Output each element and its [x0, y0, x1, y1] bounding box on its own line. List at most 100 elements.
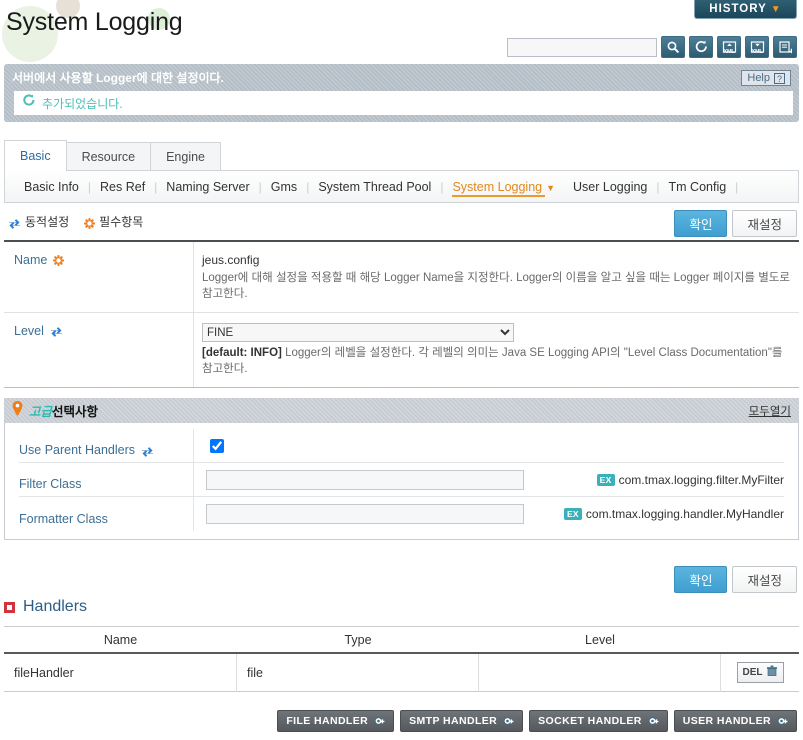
search-icon-button[interactable] — [661, 36, 685, 58]
add-smtp-handler-button[interactable]: SMTP HANDLER — [400, 710, 524, 732]
level-default-tag: [default: INFO] — [202, 347, 282, 359]
mid-action-buttons: 확인 재설정 — [674, 566, 797, 593]
confirm-button-mid[interactable]: 확인 — [674, 566, 728, 593]
advanced-label-text: Formatter Class — [19, 511, 108, 526]
add-socket-handler-button[interactable]: SOCKET HANDLER — [529, 710, 668, 732]
legend-required: 필수항목 — [84, 213, 143, 230]
column-header-type: Type — [344, 632, 372, 647]
form-label-name-text: Name — [14, 253, 48, 267]
handlers-section-title: Handlers — [4, 598, 87, 616]
active-underline — [452, 194, 546, 197]
page-header: System Logging HISTORY ▼ XML XML — [0, 0, 803, 62]
add-file-handler-button[interactable]: FILE HANDLER — [277, 710, 395, 732]
legend-dynamic: 동적설정 — [8, 213, 69, 230]
add-user-handler-label: USER HANDLER — [682, 715, 771, 727]
add-smtp-handler-label: SMTP HANDLER — [409, 715, 498, 727]
delete-handler-button[interactable]: DEL — [736, 662, 784, 683]
add-socket-handler-label: SOCKET HANDLER — [538, 715, 642, 727]
reload-icon — [694, 40, 709, 54]
xml-label: XML — [751, 49, 763, 55]
subnav-item-tm-config[interactable]: Tm Config — [660, 180, 736, 194]
subnav-item-naming-server[interactable]: Naming Server — [157, 180, 258, 194]
dynamic-setting-icon — [50, 326, 63, 338]
advanced-title-text: 선택사항 — [52, 405, 99, 419]
handler-add-buttons: FILE HANDLER SMTP HANDLER SOCKET HANDLER… — [277, 710, 797, 732]
advanced-row-formatter-class: Formatter Class EX com.tmax.logging.hand… — [19, 497, 784, 531]
tab-engine[interactable]: Engine — [150, 142, 222, 171]
use-parent-handlers-checkbox[interactable] — [210, 438, 224, 453]
level-select[interactable]: FINE — [202, 323, 514, 342]
example-badge: EX — [596, 473, 615, 486]
section-marker-icon — [4, 601, 15, 613]
subnav-item-basic-info[interactable]: Basic Info — [15, 180, 88, 194]
subnav-item-res-ref[interactable]: Res Ref — [91, 180, 154, 194]
subnav-separator: | — [735, 179, 739, 194]
form-row-level: Level FINE [default: INFO] Logger의 레벨을 설… — [4, 313, 799, 388]
status-message-text: 추가되었습니다. — [42, 96, 123, 111]
description-banner: 서버에서 사용할 Logger에 대한 설정이다. Help ? 추가되었습니다… — [4, 64, 799, 122]
example-text: com.tmax.logging.filter.MyFilter — [618, 472, 784, 487]
advanced-keyword: 고급 — [29, 405, 53, 419]
reload-icon-button[interactable] — [689, 36, 713, 58]
dynamic-setting-icon — [8, 218, 21, 230]
help-button[interactable]: Help ? — [741, 70, 791, 86]
top-toolbar: XML XML — [507, 36, 797, 58]
form-label-level-text: Level — [14, 324, 44, 338]
handler-name-cell: fileHandler — [4, 653, 237, 692]
question-mark-icon: ? — [774, 72, 785, 84]
top-action-buttons: 확인 재설정 — [674, 210, 797, 237]
history-tab-button[interactable]: HISTORY ▼ — [694, 0, 797, 19]
reset-button-top[interactable]: 재설정 — [732, 210, 797, 237]
logger-name-value: jeus.config — [202, 253, 260, 267]
level-hint: [default: INFO] Logger의 레벨을 설정한다. 각 레벨의 … — [202, 345, 793, 377]
search-input[interactable] — [507, 37, 657, 57]
subnav-item-system-thread-pool[interactable]: System Thread Pool — [309, 180, 440, 194]
legend-required-label: 필수항목 — [99, 215, 144, 229]
subnav-item-gms[interactable]: Gms — [262, 180, 306, 194]
reset-button-mid[interactable]: 재설정 — [732, 566, 797, 593]
formatter-class-input[interactable] — [206, 504, 524, 524]
add-file-handler-label: FILE HANDLER — [286, 715, 369, 727]
advanced-label-formatter-class: Formatter Class — [19, 497, 194, 531]
xml-export-icon-button[interactable]: XML — [745, 36, 769, 58]
xml-import-icon-button[interactable]: XML — [717, 36, 741, 58]
dynamic-setting-icon — [141, 446, 154, 458]
legend-dynamic-label: 동적설정 — [25, 215, 70, 229]
history-tab-label: HISTORY — [709, 3, 767, 15]
table-row[interactable]: fileHandler file DEL — [4, 653, 799, 692]
advanced-section-header: 고급선택사항 모두열기 — [4, 398, 799, 423]
legend-and-actions: 동적설정 필수항목 확인 재설정 — [4, 210, 799, 238]
advanced-section-title: 고급선택사항 — [29, 401, 98, 420]
confirm-button-top[interactable]: 확인 — [674, 210, 728, 237]
formatter-class-example: EX com.tmax.logging.handler.MyHandler — [563, 507, 784, 521]
logger-name-hint: Logger에 대해 설정을 적용할 때 해당 Logger Name을 지정한… — [202, 272, 790, 300]
tab-basic[interactable]: Basic — [4, 140, 67, 171]
subnav-active-label: System Logging — [452, 179, 543, 194]
add-plus-icon — [373, 715, 385, 727]
advanced-marker-icon — [12, 400, 23, 421]
handler-level-cell — [479, 653, 721, 692]
column-header-name: Name — [103, 632, 138, 647]
handler-actions-cell: DEL — [721, 662, 799, 683]
add-user-handler-button[interactable]: USER HANDLER — [673, 710, 797, 732]
legend: 동적설정 필수항목 — [8, 213, 153, 230]
add-plus-icon — [502, 715, 514, 727]
subnav-item-system-logging[interactable]: System Logging ▼ — [443, 179, 564, 197]
open-all-link[interactable]: 모두열기 — [749, 403, 791, 419]
advanced-label-text: Filter Class — [19, 477, 82, 491]
tab-resource[interactable]: Resource — [65, 142, 152, 171]
required-field-icon — [84, 218, 96, 229]
advanced-label-use-parent-handlers: Use Parent Handlers — [19, 429, 194, 462]
search-icon — [666, 40, 680, 54]
form-value-name: jeus.config Logger에 대해 설정을 적용할 때 해당 Logg… — [194, 242, 799, 312]
filter-class-example: EX com.tmax.logging.filter.MyFilter — [596, 472, 784, 487]
advanced-row-filter-class: Filter Class EX com.tmax.logging.filter.… — [19, 463, 784, 497]
report-export-icon — [778, 40, 793, 54]
help-label: Help — [747, 72, 770, 84]
report-export-icon-button[interactable] — [773, 36, 797, 58]
subnav-item-user-logging[interactable]: User Logging — [564, 180, 656, 194]
column-header-level: Level — [585, 632, 615, 647]
delete-label: DEL — [742, 667, 763, 678]
advanced-value-formatter-class: EX com.tmax.logging.handler.MyHandler — [194, 504, 784, 524]
filter-class-input[interactable] — [206, 469, 524, 490]
